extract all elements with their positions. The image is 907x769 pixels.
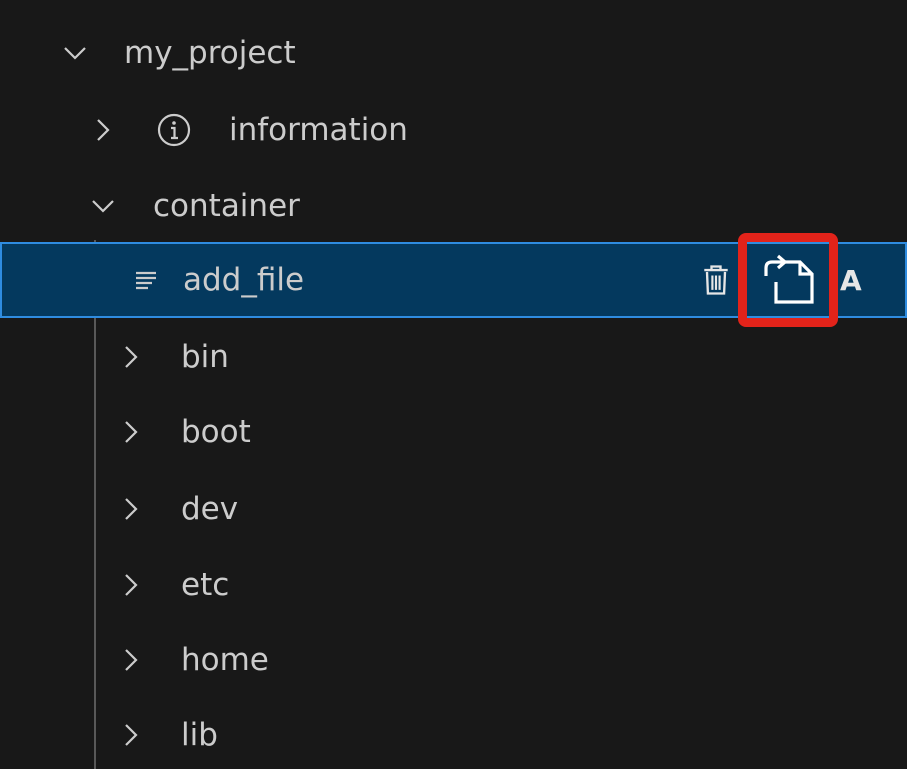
tree-item-label: etc — [181, 567, 230, 603]
chevron-down-icon[interactable] — [62, 40, 88, 66]
tree-item-folder[interactable]: home — [0, 622, 907, 698]
chevron-right-icon[interactable] — [118, 722, 144, 748]
highlight-annotation-box — [738, 233, 838, 327]
tree-item-folder[interactable]: dev — [0, 471, 907, 547]
tree-item-label: bin — [181, 339, 229, 375]
tree-item-my-project[interactable]: my_project — [0, 15, 907, 91]
info-circle-icon — [156, 112, 192, 148]
tree-item-folder[interactable]: boot — [0, 394, 907, 470]
tree-item-label: boot — [181, 414, 251, 450]
chevron-right-icon[interactable] — [118, 496, 144, 522]
chevron-right-icon[interactable] — [118, 419, 144, 445]
tree-item-label: my_project — [124, 35, 296, 71]
explorer-tree: my_project information container add_fil — [0, 0, 907, 769]
chevron-right-icon[interactable] — [118, 344, 144, 370]
trash-icon[interactable] — [696, 260, 736, 300]
chevron-right-icon[interactable] — [118, 647, 144, 673]
tree-item-label: information — [229, 112, 408, 148]
tree-item-label: container — [153, 188, 300, 224]
tree-item-label: home — [181, 642, 269, 678]
chevron-right-icon[interactable] — [118, 572, 144, 598]
tree-item-information[interactable]: information — [0, 92, 907, 168]
git-status-badge: A — [840, 263, 862, 297]
tree-item-label: dev — [181, 491, 239, 527]
tree-item-folder[interactable]: lib — [0, 697, 907, 769]
file-lines-icon — [132, 266, 160, 294]
tree-item-label: add_file — [183, 262, 305, 298]
chevron-right-icon[interactable] — [90, 117, 116, 143]
tree-item-label: lib — [181, 717, 218, 753]
tree-item-folder[interactable]: bin — [0, 319, 907, 395]
chevron-down-icon[interactable] — [90, 193, 116, 219]
tree-item-folder[interactable]: etc — [0, 547, 907, 623]
